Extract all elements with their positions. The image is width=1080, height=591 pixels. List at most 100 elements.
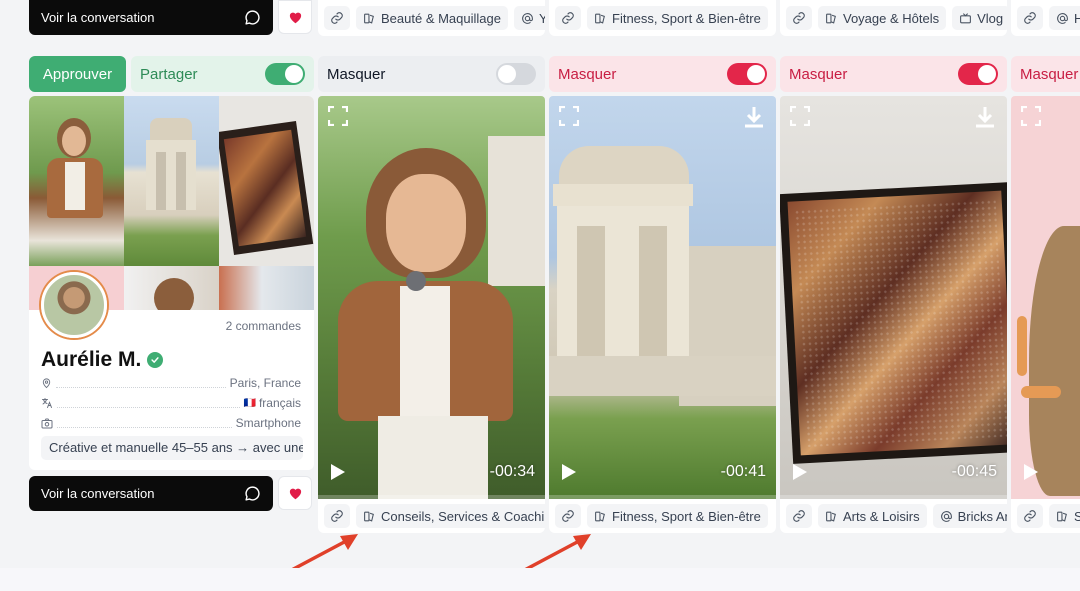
conversation-label: Voir la conversation bbox=[41, 486, 155, 501]
category-label: Arts & Loisirs bbox=[843, 508, 920, 524]
mask-row-3[interactable]: Masquer bbox=[780, 56, 1007, 92]
category-icon bbox=[595, 511, 605, 522]
category-label: Fitness, Sport & Bien-être bbox=[612, 508, 761, 524]
camera-icon bbox=[41, 418, 53, 428]
conversation-button[interactable]: Voir la conversation bbox=[29, 476, 273, 511]
language-value: français bbox=[258, 396, 301, 410]
collage-photo-building bbox=[124, 96, 219, 266]
play-icon[interactable] bbox=[330, 463, 346, 481]
share-toggle-row[interactable]: Partager bbox=[131, 56, 314, 92]
device-value: Smartphone bbox=[235, 416, 301, 430]
play-icon[interactable] bbox=[792, 463, 808, 481]
link-button[interactable] bbox=[786, 6, 812, 30]
handle-label: Bricks Art bbox=[957, 508, 1007, 524]
avatar[interactable] bbox=[41, 272, 107, 338]
language-row: 🇫🇷 français bbox=[41, 394, 301, 412]
category-tag[interactable]: Sa bbox=[1049, 504, 1080, 528]
fullscreen-icon[interactable] bbox=[790, 106, 810, 126]
top-conversation-label: Voir la conversation bbox=[41, 10, 155, 25]
creator-name: Aurélie M. bbox=[41, 348, 164, 372]
location-pin-icon bbox=[42, 378, 51, 389]
format-tag[interactable]: Vlog bbox=[952, 6, 1007, 30]
toggle-knob bbox=[978, 65, 996, 83]
download-icon[interactable] bbox=[744, 106, 764, 128]
video-card-1[interactable]: -00:34 bbox=[318, 96, 545, 499]
approve-label: Approuver bbox=[42, 65, 113, 83]
download-icon[interactable] bbox=[975, 106, 995, 128]
mask-label: Masquer bbox=[1020, 65, 1079, 83]
category-icon bbox=[826, 511, 836, 522]
link-button[interactable] bbox=[324, 504, 350, 528]
link-button[interactable] bbox=[786, 504, 812, 528]
link-button[interactable] bbox=[1017, 6, 1043, 30]
share-label: Partager bbox=[140, 65, 198, 83]
creator-profile-card[interactable]: 2 commandes Aurélie M. Paris, France 🇫🇷 … bbox=[29, 96, 314, 470]
mask-row-1[interactable]: Masquer bbox=[318, 56, 545, 92]
category-tag[interactable]: Conseils, Services & Coaching bbox=[356, 504, 545, 528]
collage-photo-profile bbox=[124, 266, 219, 310]
location-value: Paris, France bbox=[229, 376, 301, 390]
approve-button[interactable]: Approuver bbox=[29, 56, 126, 92]
fullscreen-icon[interactable] bbox=[559, 106, 579, 126]
handle-tag[interactable]: He bbox=[1049, 6, 1080, 30]
fullscreen-icon[interactable] bbox=[328, 106, 348, 126]
share-toggle[interactable] bbox=[265, 63, 305, 85]
location-row: Paris, France bbox=[41, 374, 301, 392]
format-label: Vlog bbox=[977, 10, 1004, 26]
top-conversation-button[interactable]: Voir la conversation bbox=[29, 0, 273, 35]
mask-toggle[interactable] bbox=[958, 63, 998, 85]
link-icon bbox=[1024, 510, 1036, 522]
category-tag[interactable]: Arts & Loisirs bbox=[818, 504, 927, 528]
language-flag: 🇫🇷 bbox=[243, 397, 256, 409]
video-4-tagbar: Sa bbox=[1011, 499, 1080, 533]
chat-bubble-icon bbox=[245, 486, 260, 501]
category-tag[interactable]: Fitness, Sport & Bien-être bbox=[587, 504, 768, 528]
device-row: Smartphone bbox=[41, 414, 301, 432]
category-icon bbox=[1057, 511, 1067, 522]
link-button[interactable] bbox=[324, 6, 350, 30]
play-icon[interactable] bbox=[1023, 463, 1039, 481]
video-duration: -00:41 bbox=[720, 463, 766, 480]
favorite-button[interactable] bbox=[278, 476, 312, 510]
video-card-4[interactable] bbox=[1011, 96, 1080, 499]
handle-label: Yv bbox=[538, 10, 545, 26]
category-tag[interactable]: Fitness, Sport & Bien-être bbox=[587, 6, 768, 30]
mask-label: Masquer bbox=[327, 65, 386, 83]
orders-count: 2 commandes bbox=[225, 319, 301, 333]
chat-bubble-icon bbox=[245, 10, 260, 25]
top-card-4-tagbar: He bbox=[1011, 0, 1080, 36]
video-card-3[interactable]: -00:45 bbox=[780, 96, 1007, 499]
link-icon bbox=[562, 510, 574, 522]
category-tag[interactable]: Beauté & Maquillage bbox=[356, 6, 508, 30]
video-format-icon bbox=[960, 12, 972, 23]
link-icon bbox=[331, 12, 343, 24]
link-icon bbox=[793, 12, 805, 24]
footer-band bbox=[0, 568, 1080, 591]
link-button[interactable] bbox=[555, 504, 581, 528]
category-icon bbox=[595, 13, 605, 24]
toggle-knob bbox=[285, 65, 303, 83]
translate-icon bbox=[42, 398, 52, 408]
mask-toggle[interactable] bbox=[496, 63, 536, 85]
video-duration: -00:34 bbox=[489, 463, 535, 480]
top-card-1-tagbar: Beauté & Maquillage Yv bbox=[318, 0, 545, 36]
category-label: Conseils, Services & Coaching bbox=[381, 508, 545, 524]
creator-bio: Créative et manuelle 45–55 ans → avec un… bbox=[41, 436, 303, 460]
link-button[interactable] bbox=[1017, 504, 1043, 528]
toggle-knob bbox=[498, 65, 516, 83]
handle-tag[interactable]: Yv bbox=[513, 6, 545, 30]
at-icon bbox=[940, 510, 952, 522]
mask-row-4[interactable]: Masquer bbox=[1011, 56, 1080, 92]
video-card-2[interactable]: -00:41 bbox=[549, 96, 776, 499]
category-tag[interactable]: Voyage & Hôtels bbox=[818, 6, 947, 30]
handle-tag[interactable]: Bricks Art bbox=[932, 504, 1007, 528]
mask-row-2[interactable]: Masquer bbox=[549, 56, 776, 92]
fullscreen-icon[interactable] bbox=[1021, 106, 1041, 126]
top-card-2-tagbar: Fitness, Sport & Bien-être bbox=[549, 0, 776, 36]
play-icon[interactable] bbox=[561, 463, 577, 481]
link-button[interactable] bbox=[555, 6, 581, 30]
mask-toggle[interactable] bbox=[727, 63, 767, 85]
category-label: Beauté & Maquillage bbox=[381, 10, 501, 26]
handle-label: He bbox=[1074, 10, 1080, 26]
top-favorite-button[interactable] bbox=[278, 0, 312, 34]
